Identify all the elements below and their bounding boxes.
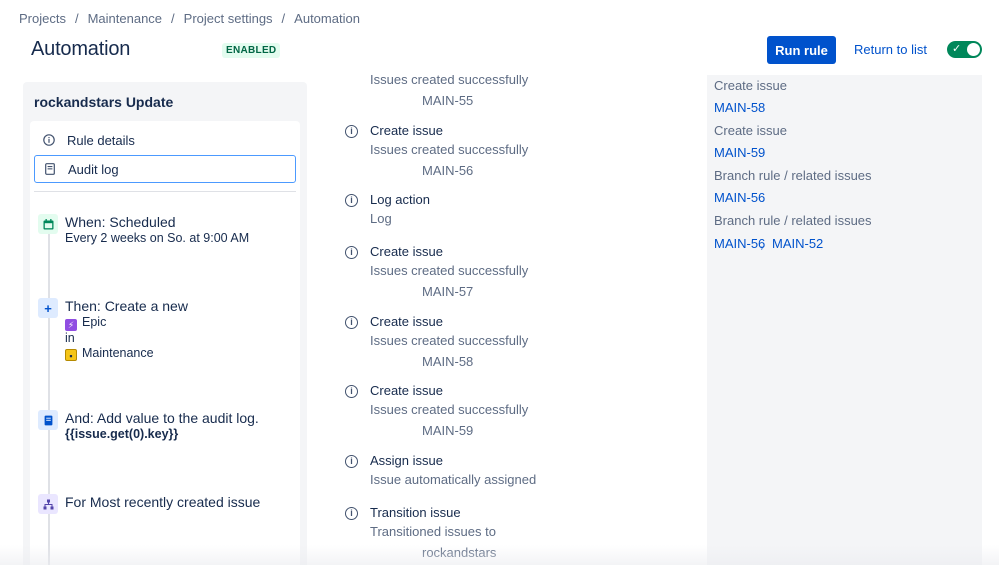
action-issue-type: Epic [82,315,107,329]
breadcrumb-projects[interactable]: Projects [19,11,66,26]
related-label: Create issue [714,123,787,138]
branch-icon [38,494,58,514]
status-badge: ENABLED [222,43,281,58]
log-value: {{issue.get(0).key}} [65,427,179,441]
audit-entry-key: rockandstars [422,545,497,560]
audit-entry-title: Log action [370,192,430,207]
rule-name: rockandstars Update [34,94,174,110]
breadcrumb-separator: / [74,11,79,26]
info-icon: i [345,316,358,329]
issue-link-main-56-branch[interactable]: MAIN-56 [714,236,765,251]
audit-entry-desc: Issues created successfully [370,263,529,278]
audit-entry-title: Create issue [370,123,443,138]
run-rule-button[interactable]: Run rule [767,36,836,64]
info-icon: i [345,455,358,468]
audit-log-details: Issues created successfully MAIN-55 i Cr… [329,75,707,565]
calendar-icon [38,214,58,234]
breadcrumb-maintenance[interactable]: Maintenance [88,11,162,26]
nav-audit-log-label: Audit log [68,161,119,177]
info-icon: i [345,125,358,138]
action-project: Maintenance [82,345,154,360]
info-icon: i [345,194,358,207]
divider [34,191,296,192]
audit-entry-desc: Issues created successfully [370,402,529,417]
audit-entry-key: MAIN-59 [422,423,474,438]
document-icon [44,163,56,175]
info-icon [43,134,55,146]
audit-entry-key: MAIN-57 [422,284,474,299]
check-icon: ✓ [952,43,962,55]
log-heading: And: Add value to the audit log. [65,410,259,426]
nav-rule-details[interactable]: Rule details [34,126,296,154]
trigger-detail: Every 2 weeks on So. at 9:00 AM [65,231,250,245]
breadcrumb-project-settings[interactable]: Project settings [184,11,273,26]
info-icon: i [345,246,358,259]
audit-entry-title: Create issue [370,383,443,398]
nav-rule-details-label: Rule details [67,132,135,148]
action-heading: Then: Create a new [65,298,188,314]
issue-link-main-58[interactable]: MAIN-58 [714,100,765,115]
audit-entry-title: Assign issue [370,453,443,468]
rule-card: Rule details Audit log When: Scheduled E… [30,121,300,565]
plus-icon: + [38,298,58,318]
audit-fragment-key: MAIN-55 [422,93,474,108]
audit-entry-title: Create issue [370,244,443,259]
audit-fragment-desc: Issues created successfully [370,75,529,87]
issue-link-main-52[interactable]: MAIN-52 [772,236,823,251]
breadcrumb-automation[interactable]: Automation [294,11,360,26]
related-label: Branch rule / related issues [714,213,872,228]
related-issues-panel: Create issue MAIN-58 Create issue MAIN-5… [707,75,982,565]
audit-entry-key: MAIN-56 [422,163,474,178]
related-label: Branch rule / related issues [714,168,872,183]
rule-panel: rockandstars Update Rule details Audit l… [23,82,307,565]
return-to-list-link[interactable]: Return to list [854,42,927,57]
project-avatar-icon: ▪ [65,348,77,361]
breadcrumb: Projects / Maintenance / Project setting… [19,11,360,26]
nav-audit-log[interactable]: Audit log [34,155,296,183]
branch-heading: For Most recently created issue [65,494,261,510]
audit-entry-title: Create issue [370,314,443,329]
trigger-heading: When: Scheduled [65,214,176,230]
audit-entry-desc: Issues created successfully [370,142,529,157]
document-icon [38,410,58,430]
issue-link-separator: , [760,236,764,251]
audit-entry-desc: Log [370,211,392,226]
audit-entry-key: MAIN-58 [422,354,474,369]
epic-icon: ⚡ [65,319,77,331]
audit-entry-desc: Issues created successfully [370,333,529,348]
info-icon: i [345,507,358,520]
page-title: Automation [31,38,131,60]
breadcrumb-separator: / [281,11,286,26]
action-in-label: in [65,331,75,345]
issue-link-main-56[interactable]: MAIN-56 [714,190,765,205]
toggle-knob [967,43,980,56]
rule-enabled-toggle[interactable]: ✓ [947,41,982,58]
audit-entry-desc: Transitioned issues to [370,524,496,539]
audit-entry-title: Transition issue [370,505,461,520]
issue-link-main-59[interactable]: MAIN-59 [714,145,765,160]
related-label: Create issue [714,78,787,93]
audit-entry-desc: Issue automatically assigned [370,472,537,487]
info-icon: i [345,385,358,398]
breadcrumb-separator: / [171,11,175,26]
